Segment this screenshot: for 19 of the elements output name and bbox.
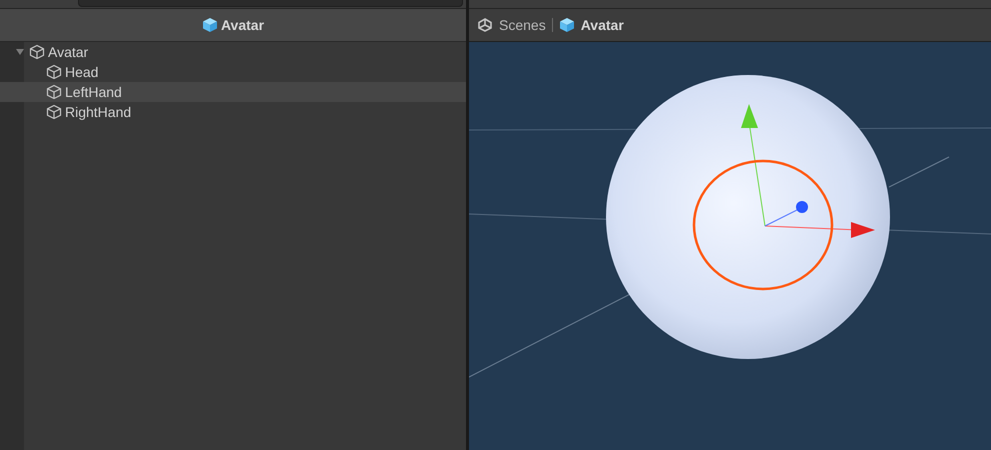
breadcrumb-link[interactable]: Avatar [580, 14, 624, 36]
tree-item[interactable]: Avatar [0, 42, 466, 62]
cube-icon [46, 84, 62, 100]
cube-icon [46, 64, 62, 80]
cube-icon [46, 104, 62, 120]
tree-item-label: Head [65, 62, 98, 82]
tree-item-label: Avatar [48, 42, 88, 62]
expand-arrow-icon[interactable] [15, 47, 25, 57]
tree-item[interactable]: Head [0, 62, 466, 82]
breadcrumb-link[interactable]: Scenes [499, 14, 546, 36]
tree-item[interactable]: LeftHand [0, 82, 466, 102]
tree-item[interactable]: RightHand [0, 102, 466, 122]
cube-icon [29, 44, 45, 60]
unity-logo-icon [477, 17, 493, 33]
tree-item-label: RightHand [65, 102, 132, 122]
panel-title: Avatar [220, 16, 264, 34]
cube-icon [202, 17, 218, 33]
tree-item-label: LeftHand [65, 82, 122, 102]
cube-icon [558, 17, 575, 33]
